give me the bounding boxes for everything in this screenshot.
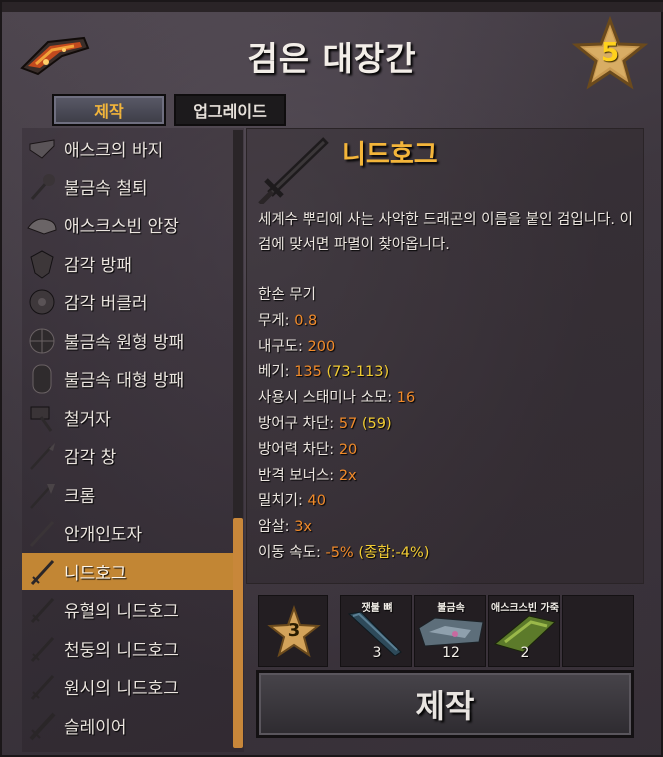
sword-icon [22,591,62,628]
station-level-value: 5 [600,38,620,68]
recipe-item-saddle[interactable]: 애스크스빈 안장 [22,206,234,243]
round-shield-icon [22,322,62,359]
recipe-label: 크롬 [64,487,96,507]
atgeir-icon [22,476,62,513]
recipe-item-mace[interactable]: 불금속 철퇴 [22,168,234,205]
recipe-list[interactable]: 애스크의 바지 불금속 철퇴 애스크스빈 안장 감각 방패 감각 버클러 불금속… [22,128,244,752]
recipe-item-primal-nidhogg[interactable]: 원시의 니드호그 [22,668,234,705]
window-top-edge [2,2,663,12]
recipe-item-spear[interactable]: 감각 창 [22,437,234,474]
required-level-value: 3 [287,620,301,641]
station-title: 검은 대장간 [247,39,417,78]
recipe-item-thunder-nidhogg[interactable]: 천둥의 니드호그 [22,630,234,667]
material-slot-empty [562,595,634,667]
recipe-label: 안개인도자 [64,525,143,545]
stat-row: 방어력 차단: 20 [258,441,358,458]
mace-icon [22,168,62,205]
recipe-scrollbar-thumb[interactable] [233,518,243,748]
stat-row: 무게: 0.8 [258,312,318,329]
recipe-item-trousers[interactable]: 애스크의 바지 [22,130,234,167]
stat-row: 방어구 차단: 57 (59) [258,415,392,432]
trousers-icon [22,130,62,167]
item-name: 니드호그 [342,140,438,170]
recipe-item-slayer[interactable]: 슬레이어 [22,707,234,744]
material-slot-flametal: 불금속 12 [414,595,486,667]
material-slot-asksvin-hide: 애스크스빈 가죽 2 [488,595,560,667]
recipe-label: 원시의 니드호그 [64,679,179,699]
recipe-item-staff[interactable]: 안개인도자 [22,514,234,551]
recipe-label: 불금속 철퇴 [64,179,148,199]
material-qty: 3 [372,645,382,661]
stat-row: 이동 속도: -5% (종합:-4%) [258,544,430,561]
recipe-item-round-shield[interactable]: 불금속 원형 방패 [22,322,234,359]
recipe-label: 애스크의 바지 [64,141,164,161]
material-name: 잿불 뼈 [361,603,393,614]
stat-row: 베기: 135 (73-113) [258,364,390,381]
recipe-label: 애스크스빈 안장 [64,217,179,237]
recipe-label: 철거자 [64,410,111,430]
staff-icon [22,514,62,551]
buckler-icon [22,283,62,320]
greatsword-icon [22,707,62,744]
stat-row: 내구도: 200 [258,338,336,355]
material-qty: 2 [520,645,530,661]
recipe-label: 유혈의 니드호그 [64,602,179,622]
sword-icon [256,134,336,206]
stat-row: 밀치기: 40 [258,493,326,510]
recipe-label: 감각 버클러 [64,294,148,314]
recipe-item-shield[interactable]: 감각 방패 [22,245,234,282]
black-forge-icon [18,28,92,80]
recipe-label: 천둥의 니드호그 [64,641,179,661]
recipe-label: 불금속 원형 방패 [64,333,185,353]
recipe-item-bloody-nidhogg[interactable]: 유혈의 니드호그 [22,591,234,628]
tab-upgrade[interactable]: 업그레이드 [174,94,286,126]
stat-row: 반격 보너스: 2x [258,467,357,484]
crafting-requirements: 3 잿불 뼈 3 불금속 12 애스크스빈 가죽 2 [256,595,636,667]
saddle-icon [22,206,62,243]
recipe-item-buckler[interactable]: 감각 버클러 [22,283,234,320]
item-description: 세계수 뿌리에 사는 사악한 드래곤의 이름을 붙인 검입니다. 이 검에 맞서… [258,212,633,253]
sword-icon [22,630,62,667]
sledge-icon [22,399,62,436]
material-name: 애스크스빈 가죽 [491,603,559,614]
material-slot-ember-bone: 잿불 뼈 3 [340,595,412,667]
shield-icon [22,245,62,282]
recipe-label: 슬레이어 [64,718,127,738]
tab-craft[interactable]: 제작 [52,94,166,126]
spear-icon [22,437,62,474]
recipe-label: 감각 창 [64,448,117,468]
stat-row: 한손 무기 [258,287,316,303]
tower-shield-icon [22,360,62,397]
recipe-item-nidhogg[interactable]: 니드호그 [22,553,234,590]
stat-row: 암살: 3x [258,519,312,536]
required-station-level: 3 [258,595,328,667]
sword-icon [22,668,62,705]
material-name: 불금속 [437,603,465,614]
stat-row: 사용시 스태미나 소모: 16 [258,390,416,407]
station-level-badge: 5 [572,16,648,92]
item-stats: 한손 무기 무게: 0.8 내구도: 200 베기: 135 (73-113) … [258,283,638,567]
sword-icon [22,553,62,590]
crafting-window: 검은 대장간 5 제작 업그레이드 애스크의 바지 불금속 철퇴 애스크스빈 안… [0,0,663,757]
recipe-item-sledge[interactable]: 철거자 [22,399,234,436]
recipe-item-atgeir[interactable]: 크롬 [22,476,234,513]
recipe-label: 불금속 대형 방패 [64,371,185,391]
craft-button[interactable]: 제작 [256,670,634,738]
recipe-item-tower-shield[interactable]: 불금속 대형 방패 [22,360,234,397]
recipe-label: 니드호그 [64,564,127,584]
recipe-label: 감각 방패 [64,256,132,276]
material-qty: 12 [442,645,460,661]
